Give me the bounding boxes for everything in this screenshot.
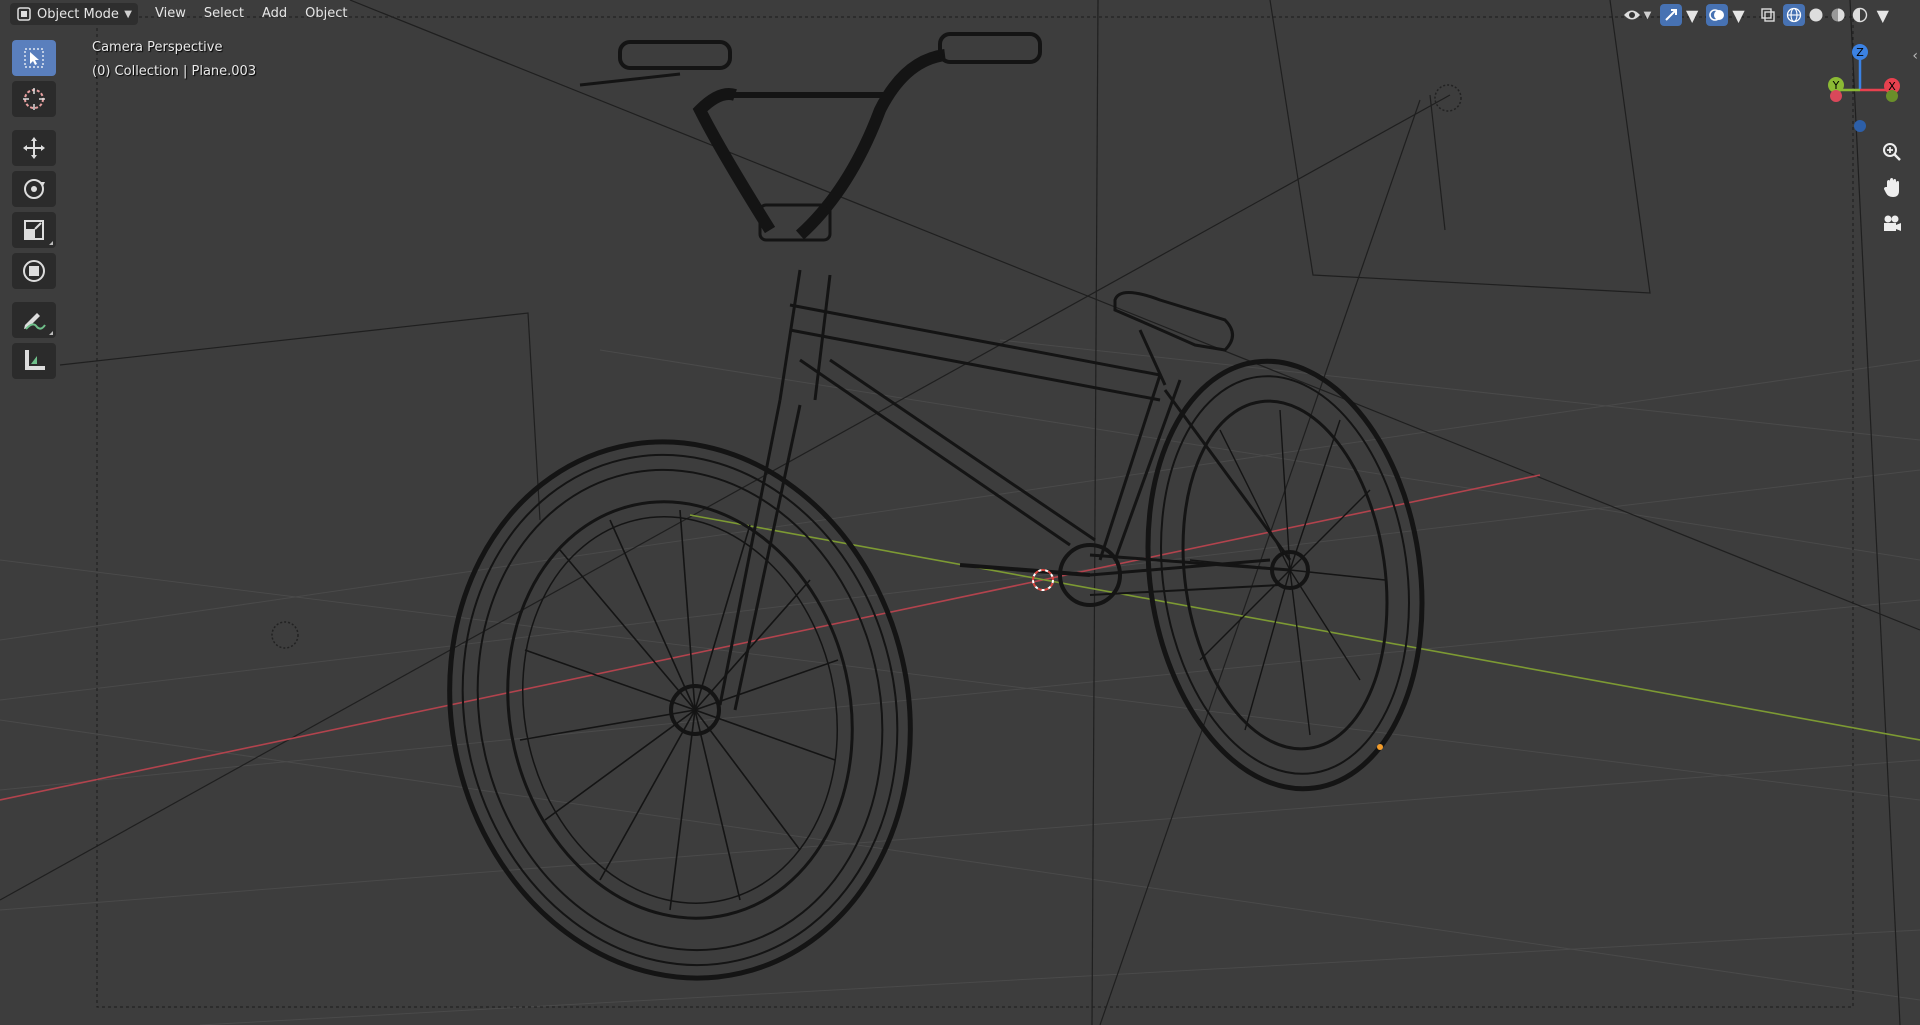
shading-wireframe-button[interactable]: [1782, 4, 1805, 26]
menu-view[interactable]: View: [146, 3, 195, 25]
rotate-icon: [24, 179, 45, 199]
header-menu: View Select Add Object: [146, 3, 356, 25]
light-object: [1434, 84, 1462, 112]
scale-icon: [24, 220, 44, 240]
shading-solid-icon: [1809, 8, 1823, 22]
move-arrows-icon: [23, 137, 45, 159]
shading-material-icon: [1831, 8, 1845, 22]
front-wheel: [447, 439, 913, 981]
handlebar: [579, 32, 1042, 242]
mode-dropdown[interactable]: Object Mode ▼: [10, 3, 138, 25]
measure-ruler-icon: [25, 350, 45, 370]
overlay-toggle[interactable]: [1706, 4, 1729, 26]
shading-rendered-button[interactable]: [1849, 4, 1871, 26]
gizmo-icon: [1665, 9, 1677, 21]
tool-select-box[interactable]: [12, 40, 56, 76]
background-planes: [0, 0, 1920, 1025]
camera-view-button[interactable]: [1877, 209, 1907, 239]
visibility-eye-icon: [1623, 10, 1640, 20]
chevron-down-icon[interactable]: ▼: [1686, 6, 1698, 25]
shading-rendered-icon: [1852, 7, 1867, 23]
camera-view-icon: [1884, 215, 1901, 231]
transform-icon: [23, 260, 45, 282]
tool-move[interactable]: [12, 130, 56, 166]
3d-cursor-icon: [23, 88, 45, 110]
floor-grid: [0, 339, 1920, 1025]
camera-frame: [96, 16, 1854, 1008]
mode-label: Object Mode: [37, 6, 119, 22]
zoom-icon: [1883, 143, 1901, 161]
gizmo-toggle[interactable]: [1660, 4, 1682, 26]
x-axis-line: [0, 474, 1541, 801]
tool-cursor[interactable]: [12, 81, 56, 117]
object-mode-icon: [17, 7, 31, 21]
tool-rotate[interactable]: [12, 171, 56, 207]
cursor-arrow-icon: [24, 48, 44, 68]
scene-wireframe: [0, 0, 1920, 1025]
chevron-down-icon: ▼: [124, 8, 132, 20]
light-object-2: [271, 621, 299, 649]
viewport-header: Object Mode ▼ View Select Add Object ▼ ▼…: [0, 0, 1920, 30]
xray-toggle[interactable]: [1757, 4, 1779, 26]
sidebar-toggle-chevron-icon[interactable]: ‹: [1912, 48, 1918, 64]
overlay-icon: [1709, 9, 1725, 21]
menu-object[interactable]: Object: [296, 3, 356, 25]
camera-label: Camera Perspective: [92, 40, 223, 55]
visibility-button[interactable]: ▼: [1618, 4, 1656, 26]
tool-measure[interactable]: [12, 343, 56, 379]
zoom-button[interactable]: [1877, 137, 1907, 167]
shading-material-button[interactable]: [1827, 4, 1849, 26]
collection-label: (0) Collection | Plane.003: [92, 64, 257, 79]
origin-point: [1377, 744, 1383, 750]
menu-select[interactable]: Select: [195, 3, 253, 25]
shading-wireframe-icon: [1786, 7, 1801, 23]
menu-add[interactable]: Add: [253, 3, 296, 25]
navigation-gizmo[interactable]: Z X Y: [1816, 40, 1906, 140]
shading-solid-button[interactable]: [1805, 4, 1827, 26]
pan-button[interactable]: [1877, 173, 1907, 203]
tool-annotate[interactable]: [12, 302, 56, 338]
annotate-pencil-icon: [24, 313, 46, 330]
gizmo-z-label: Z: [1856, 46, 1864, 59]
tool-options-indicator: [49, 241, 53, 245]
tool-options-indicator: [49, 331, 53, 335]
chevron-down-icon[interactable]: ▼: [1877, 6, 1889, 25]
bike-frame: [718, 269, 1292, 711]
xray-icon: [1760, 8, 1775, 22]
y-axis-line: [689, 514, 1920, 741]
header-right-tools: ▼ ▼ ▼ ▼: [1618, 3, 1889, 27]
drivetrain: [959, 543, 1281, 607]
chevron-down-icon[interactable]: ▼: [1732, 6, 1744, 25]
tool-transform[interactable]: [12, 253, 56, 289]
rear-wheel: [1145, 358, 1425, 792]
pan-hand-icon: [1884, 178, 1899, 197]
3d-viewport[interactable]: Object Mode ▼ View Select Add Object ▼ ▼…: [0, 0, 1920, 1025]
chevron-down-icon: ▼: [1643, 9, 1652, 21]
seat: [1113, 291, 1234, 352]
tool-scale[interactable]: [12, 212, 56, 248]
